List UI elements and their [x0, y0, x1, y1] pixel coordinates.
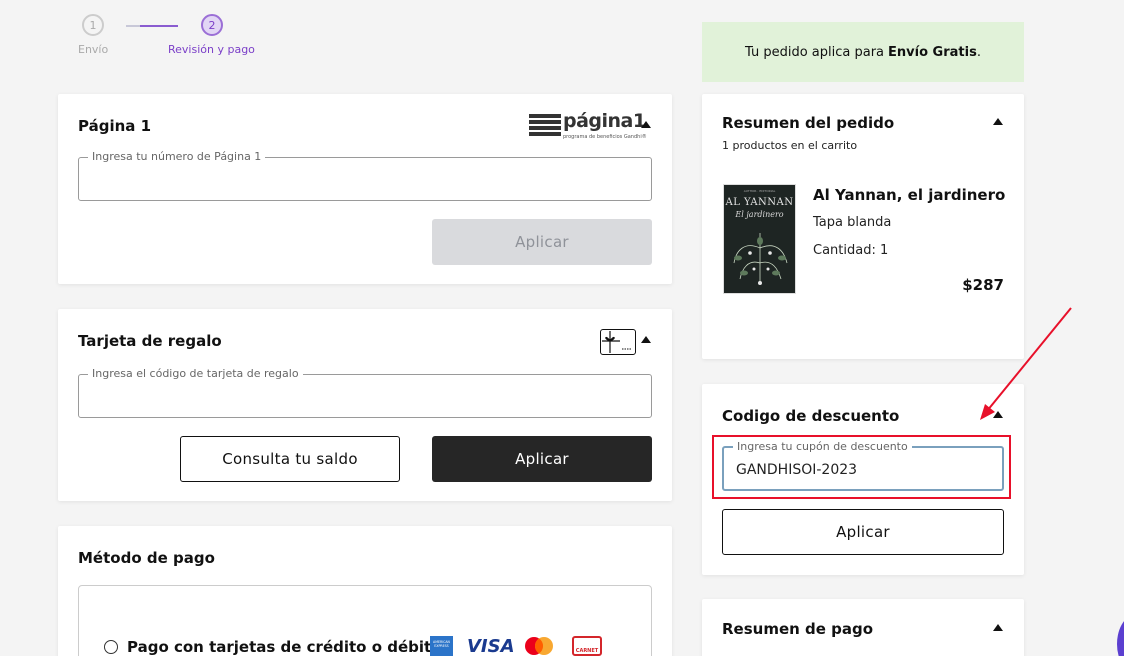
- annotation-arrow-icon: [980, 307, 1072, 420]
- pagina1-field-label: Ingresa tu número de Página 1: [88, 150, 266, 163]
- chat-widget-button[interactable]: [1117, 614, 1124, 656]
- mastercard-icon: [523, 635, 555, 656]
- pagina1-logo-subtext: programa de beneficios Gandhi®: [563, 134, 647, 140]
- discount-title: Codigo de descuento: [722, 407, 900, 425]
- step-label: Envío: [78, 43, 109, 56]
- collapse-pagina1-icon[interactable]: [641, 121, 651, 128]
- notice-bold: Envío Gratis: [888, 44, 977, 60]
- discount-apply-button[interactable]: Aplicar: [722, 509, 1004, 555]
- product-name[interactable]: Al Yannan, el jardinero: [813, 186, 1005, 204]
- cover-subtitle: El jardinero: [735, 210, 784, 219]
- checkout-stepper: 1 Envío 2 Revisión y pago: [78, 14, 278, 64]
- pagina1-title: Página 1: [78, 117, 152, 135]
- gift-card-title: Tarjeta de regalo: [78, 332, 222, 350]
- step-number: 1: [82, 14, 104, 36]
- pagina1-number-field[interactable]: Ingresa tu número de Página 1: [78, 150, 652, 201]
- pagina1-logo: página1 programa de beneficios Gandhi®: [529, 110, 647, 142]
- order-summary-title: Resumen del pedido: [722, 114, 895, 132]
- pagina1-number-input[interactable]: [91, 170, 639, 190]
- step-number: 2: [201, 14, 223, 36]
- gift-card-code-field[interactable]: Ingresa el código de tarjeta de regalo: [78, 367, 652, 418]
- gift-card-apply-button[interactable]: Aplicar: [432, 436, 652, 482]
- visa-icon: VISA: [467, 636, 515, 656]
- cart-count: 1 productos en el carrito: [722, 139, 858, 152]
- collapse-order-summary-icon[interactable]: [993, 118, 1003, 125]
- notice-text: Tu pedido aplica para: [745, 44, 885, 60]
- pagina1-logo-text: página1: [563, 110, 646, 132]
- payment-summary-title: Resumen de pago: [722, 620, 874, 638]
- card-payment-label: Pago con tarjetas de crédito o débito: [127, 638, 442, 656]
- notice-suffix: .: [976, 44, 981, 60]
- check-balance-button[interactable]: Consulta tu saldo: [180, 436, 400, 482]
- pagina1-apply-button[interactable]: Aplicar: [432, 219, 652, 265]
- collapse-gift-card-icon[interactable]: [641, 336, 651, 343]
- payment-method-title: Método de pago: [78, 549, 215, 567]
- product-cover-image: AUTHOR · EDITORIAL AL YANNAN El jardiner…: [723, 184, 796, 294]
- collapse-payment-summary-icon[interactable]: [993, 624, 1003, 631]
- gift-card-field-label: Ingresa el código de tarjeta de regalo: [88, 367, 303, 380]
- card-payment-radio[interactable]: [104, 640, 118, 654]
- product-quantity: Cantidad: 1: [813, 243, 889, 258]
- discount-highlight-annotation: [712, 435, 1011, 499]
- step-label: Revisión y pago: [168, 43, 255, 56]
- amex-icon: AMERICAN EXPRESS: [430, 636, 453, 656]
- carnet-icon: CARNET: [572, 636, 602, 656]
- product-price: $287: [962, 276, 1004, 294]
- product-format: Tapa blanda: [813, 215, 892, 230]
- gift-card-code-input[interactable]: [91, 387, 639, 407]
- stepper-progress-line: [126, 25, 178, 27]
- gift-card-icon: [600, 329, 636, 355]
- cover-title: AL YANNAN: [725, 197, 794, 208]
- free-shipping-notice: Tu pedido aplica para Envío Gratis.: [702, 22, 1024, 82]
